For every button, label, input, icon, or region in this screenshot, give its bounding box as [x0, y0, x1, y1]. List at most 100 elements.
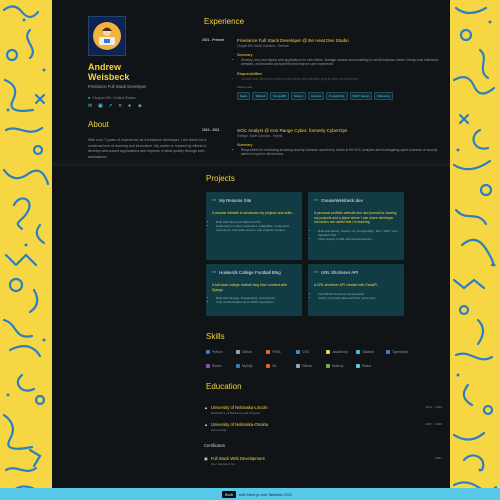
tag: Tailwind	[252, 92, 269, 101]
skill-icon	[266, 350, 270, 354]
summary-label: Summary	[237, 143, 253, 147]
location-text: Chapel Hill, United States	[92, 95, 136, 100]
skill-label: CSS	[302, 350, 309, 354]
skill-icon	[356, 350, 360, 354]
profile-role: Freelance Full Stack Developer	[88, 84, 147, 89]
project-description: A resume website to showcase my projects…	[212, 211, 293, 215]
skill-item: MySQL	[236, 364, 253, 368]
skill-item: Redux	[206, 364, 222, 368]
school-name: University of Nebraska-Omaha	[210, 422, 269, 427]
project-feature: Built with React, Svelte, Go, PostgreSQL…	[318, 229, 398, 237]
skill-item: Git	[266, 364, 276, 368]
responsibilities-label: Responsibilities	[237, 71, 262, 76]
footer-credit: Built with Next.js and Tailwind CSS	[222, 490, 292, 498]
degree: Bachelor's of Business and Finance	[211, 411, 261, 415]
project-card[interactable]: ▭ GreaseWeisbeck.dev A personal portfoli…	[308, 192, 404, 260]
skill-item: TypeScript	[386, 350, 408, 354]
project-feature: Admin can track data with their secret k…	[318, 296, 398, 300]
location-pin-icon: ●	[88, 95, 91, 100]
skill-item: JavaScript	[326, 350, 348, 354]
certificates-heading: Certificates	[204, 443, 225, 448]
project-description: A URL shortener API created with FastAPI	[314, 283, 378, 287]
social-links: ✉ ▣ ↗ ✕ ● ◈	[88, 104, 143, 109]
tag: Express	[308, 92, 325, 101]
project-title: GreaseWeisbeck.dev	[321, 197, 363, 203]
footer-bar: Built with Next.js and Tailwind CSS	[0, 488, 500, 500]
folder-icon: ▭	[212, 197, 217, 202]
about-text: With over 7 years of experience as a fre…	[88, 138, 207, 159]
tag: MongoDB	[270, 92, 289, 101]
tag: Marketing	[374, 92, 393, 101]
graduation-cap-icon: ▲	[204, 405, 208, 410]
profile-location: ● Chapel Hill, United States	[88, 95, 136, 100]
footer-button[interactable]: Built	[222, 490, 236, 498]
folder-icon: ▭	[212, 269, 217, 274]
about-heading: About	[88, 120, 109, 129]
skill-label: TypeScript	[392, 350, 409, 354]
twitter-x-icon[interactable]: ✕	[118, 104, 123, 109]
skill-icon	[206, 364, 210, 368]
project-description: A personal portfolio website and dev jou…	[314, 211, 397, 225]
folder-icon: ▭	[314, 269, 319, 274]
tag: REST Design	[349, 92, 373, 101]
project-card[interactable]: ▭ My Resume Site A resume website to sho…	[206, 192, 302, 260]
linkedin-icon[interactable]: ▣	[98, 104, 103, 109]
skill-icon	[266, 364, 270, 368]
codepen-icon[interactable]: ◈	[138, 104, 143, 109]
skill-icon	[296, 364, 300, 368]
email-icon[interactable]: ✉	[88, 104, 93, 109]
experience-date: 2019 - 2021	[202, 128, 220, 132]
link-icon[interactable]: ↗	[108, 104, 113, 109]
project-feature: Third project in 30k with full Developer…	[318, 237, 398, 241]
skill-icon	[326, 350, 330, 354]
skill-item: Github	[236, 350, 252, 354]
projects-heading: Projects	[206, 174, 235, 183]
summary-item: Responsible for monitoring incoming secu…	[241, 148, 442, 157]
certificate-name: Full Stack Web Development	[210, 456, 265, 461]
experience-title[interactable]: Freelance Full Stack Developer @ Be Heat…	[237, 38, 442, 43]
skill-icon	[296, 350, 300, 354]
experience-title[interactable]: SOC Analyst @ Iron Range Cyber, formerly…	[237, 128, 442, 133]
skill-label: MySQL	[242, 364, 254, 368]
skill-label: JavaScript	[332, 350, 348, 354]
skill-label: Node.js	[332, 364, 344, 368]
project-features: Full CRUD shortener functionality Admin …	[314, 292, 398, 300]
skill-icon	[386, 350, 390, 354]
skill-label: Tailwind	[362, 350, 375, 354]
project-features: Built with Next and Tailwind CSS Featuri…	[212, 220, 296, 233]
project-card[interactable]: ▭ URL Shortener API A URL shortener API …	[308, 264, 404, 316]
experience-item: 2019 - 2021 SOC Analyst @ Iron Range Cyb…	[202, 128, 442, 164]
responsibility-item: Consult with clients to scope requiremen…	[241, 77, 442, 81]
avatar	[88, 16, 126, 56]
education-heading: Education	[206, 382, 242, 391]
education-date: 2012 - 2016	[425, 405, 442, 409]
name-last: Weisbeck	[88, 72, 130, 82]
skill-label: Python	[212, 350, 223, 354]
certificate-date: 2021	[435, 456, 442, 460]
skill-label: HTML	[272, 350, 282, 354]
summary-label: Summary	[237, 53, 253, 57]
skill-item: React	[356, 364, 371, 368]
project-feature: Featuring a mobile responsive, adaptable…	[216, 224, 296, 232]
footer-text: with Next.js and Tailwind CSS	[238, 491, 292, 497]
summary-list: Responsible for monitoring incoming secu…	[237, 148, 442, 157]
project-title: My Resume Site	[219, 197, 252, 203]
project-title: Huskerds College Football Blog	[219, 269, 281, 275]
skill-item: Node.js	[326, 364, 344, 368]
resume-panel: Andrew Weisbeck Freelance Full Stack Dev…	[52, 0, 450, 488]
developer-avatar-icon	[93, 22, 121, 50]
certificate-icon: ▣	[204, 456, 208, 461]
tag-list: React Tailwind MongoDB Node.js Express P…	[237, 92, 442, 101]
project-feature: User authentication and CRUD operations	[216, 300, 296, 304]
education-date: 2017 - 2018	[425, 422, 442, 426]
skill-icon	[236, 350, 240, 354]
tag: Node.js	[290, 92, 307, 101]
folder-icon: ▭	[314, 197, 319, 202]
skill-item: CSS	[296, 350, 309, 354]
github-icon[interactable]: ●	[128, 104, 133, 109]
skill-label: Git	[272, 364, 277, 368]
degree: Accounting	[211, 428, 227, 432]
skill-icon	[356, 364, 360, 368]
project-card[interactable]: ▭ Huskerds College Football Blog A full …	[206, 264, 302, 316]
show-more-button[interactable]: Show more	[237, 85, 442, 89]
